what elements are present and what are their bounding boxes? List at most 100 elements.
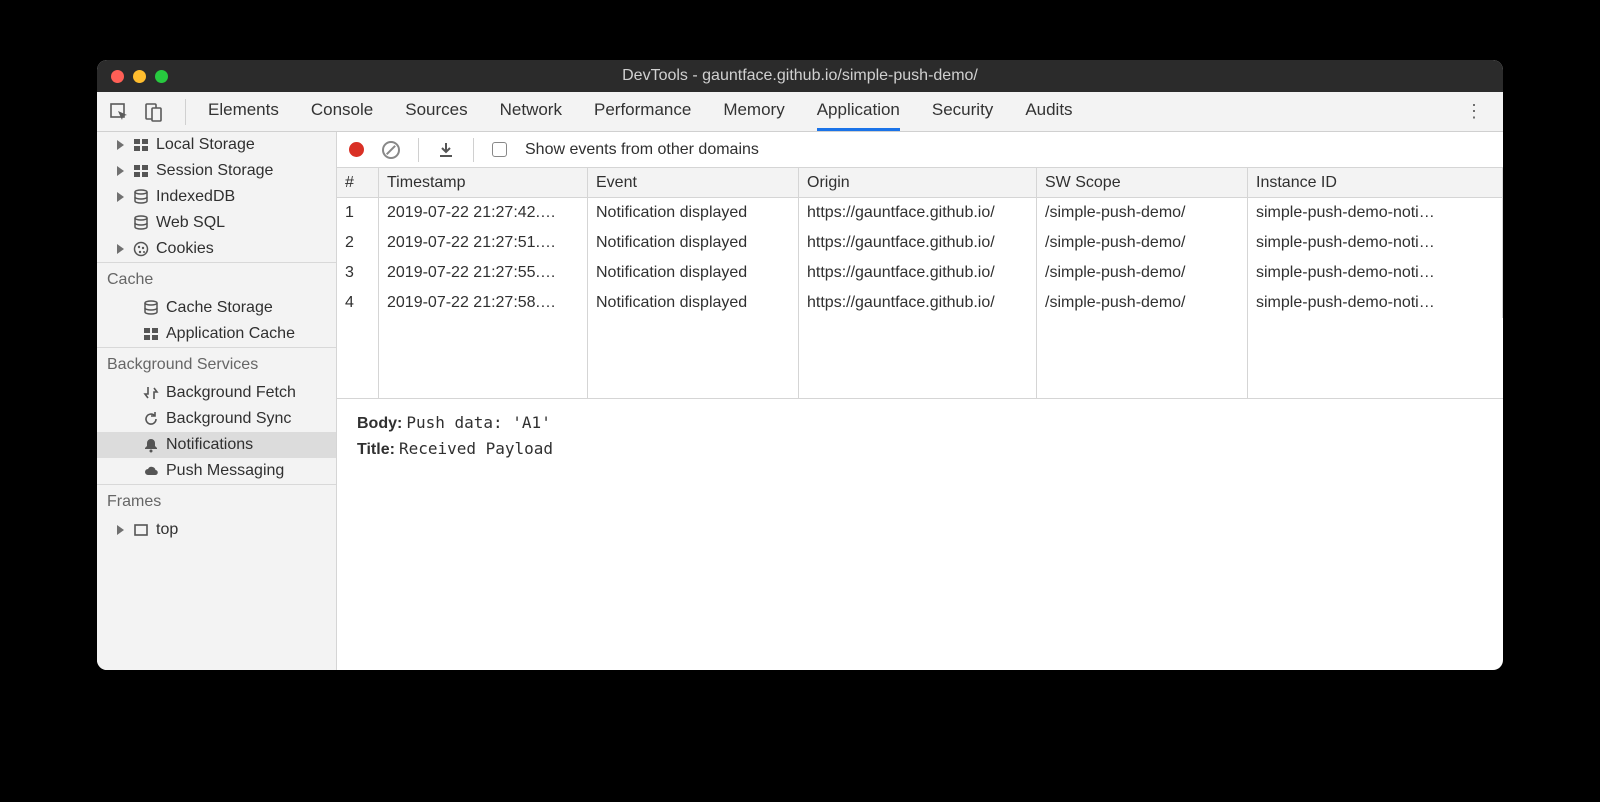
tab-memory[interactable]: Memory <box>723 92 784 131</box>
frame-icon <box>132 521 150 539</box>
col-header[interactable]: Origin <box>799 168 1037 198</box>
cloud-icon <box>142 462 160 480</box>
tab-audits[interactable]: Audits <box>1025 92 1072 131</box>
db-icon <box>132 214 150 232</box>
table-cell[interactable]: simple-push-demo-noti… <box>1248 288 1503 318</box>
sidebar-category-frames: Frames <box>97 484 336 517</box>
table-cell[interactable]: 1 <box>337 198 379 228</box>
sidebar-item-label: IndexedDB <box>156 188 235 206</box>
table-cell[interactable]: https://gauntface.github.io/ <box>799 198 1037 228</box>
sidebar-item-web-sql[interactable]: Web SQL <box>97 210 336 236</box>
table-cell[interactable]: 2019-07-22 21:27:51.… <box>379 228 588 258</box>
table-cell[interactable]: Notification displayed <box>588 228 799 258</box>
record-button-icon[interactable] <box>349 142 364 157</box>
table-empty <box>1248 318 1503 398</box>
tab-application[interactable]: Application <box>817 92 900 131</box>
sidebar-item-label: Cache Storage <box>166 299 273 317</box>
clear-icon[interactable] <box>382 141 400 159</box>
detail-title-label: Title: <box>357 441 395 458</box>
table-cell[interactable]: 2 <box>337 228 379 258</box>
sidebar-item-notifications[interactable]: Notifications <box>97 432 336 458</box>
sidebar-item-application-cache[interactable]: Application Cache <box>97 321 336 347</box>
tab-sources[interactable]: Sources <box>405 92 467 131</box>
sidebar-item-label: Application Cache <box>166 325 295 343</box>
expand-icon <box>117 525 124 535</box>
table-empty <box>379 318 588 398</box>
detail-body-label: Body: <box>357 415 402 432</box>
divider <box>473 138 474 162</box>
table-empty <box>799 318 1037 398</box>
grid-icon <box>132 136 150 154</box>
fetch-icon <box>142 384 160 402</box>
sidebar-item-label: Background Fetch <box>166 384 296 402</box>
table-empty <box>1037 318 1248 398</box>
col-header[interactable]: Instance ID <box>1248 168 1503 198</box>
device-toggle-icon[interactable] <box>141 100 165 124</box>
sidebar-item-session-storage[interactable]: Session Storage <box>97 158 336 184</box>
table-cell[interactable]: simple-push-demo-noti… <box>1248 228 1503 258</box>
sidebar-item-label: Push Messaging <box>166 462 284 480</box>
inspect-element-icon[interactable] <box>107 100 131 124</box>
table-cell[interactable]: 2019-07-22 21:27:42.… <box>379 198 588 228</box>
table-cell[interactable]: 2019-07-22 21:27:58.… <box>379 288 588 318</box>
col-header[interactable]: Event <box>588 168 799 198</box>
table-cell[interactable]: https://gauntface.github.io/ <box>799 288 1037 318</box>
expand-icon <box>117 166 124 176</box>
sidebar-item-label: Local Storage <box>156 136 255 154</box>
sidebar-item-label: top <box>156 521 178 539</box>
sidebar-item-label: Notifications <box>166 436 253 454</box>
db-icon <box>132 188 150 206</box>
col-header[interactable]: # <box>337 168 379 198</box>
sidebar-item-background-sync[interactable]: Background Sync <box>97 406 336 432</box>
close-window-icon[interactable] <box>111 70 124 83</box>
expand-icon <box>117 244 124 254</box>
table-cell[interactable]: 2019-07-22 21:27:55.… <box>379 258 588 288</box>
titlebar: DevTools - gauntface.github.io/simple-pu… <box>97 60 1503 92</box>
show-other-domains-checkbox[interactable] <box>492 142 507 157</box>
sidebar-item-push-messaging[interactable]: Push Messaging <box>97 458 336 484</box>
table-cell[interactable]: simple-push-demo-noti… <box>1248 198 1503 228</box>
table-cell[interactable]: 4 <box>337 288 379 318</box>
sidebar-item-background-fetch[interactable]: Background Fetch <box>97 380 336 406</box>
sidebar-item-indexeddb[interactable]: IndexedDB <box>97 184 336 210</box>
detail-body-value: Push data: 'A1' <box>406 413 551 432</box>
sidebar-item-cache-storage[interactable]: Cache Storage <box>97 295 336 321</box>
table-cell[interactable]: https://gauntface.github.io/ <box>799 228 1037 258</box>
zoom-window-icon[interactable] <box>155 70 168 83</box>
table-cell[interactable]: 3 <box>337 258 379 288</box>
tab-security[interactable]: Security <box>932 92 993 131</box>
table-cell[interactable]: Notification displayed <box>588 288 799 318</box>
main-panel: Show events from other domains #Timestam… <box>337 132 1503 670</box>
devtools-window: DevTools - gauntface.github.io/simple-pu… <box>97 60 1503 670</box>
col-header[interactable]: SW Scope <box>1037 168 1248 198</box>
tab-elements[interactable]: Elements <box>208 92 279 131</box>
sidebar-item-top[interactable]: top <box>97 517 336 543</box>
tab-performance[interactable]: Performance <box>594 92 691 131</box>
table-cell[interactable]: https://gauntface.github.io/ <box>799 258 1037 288</box>
table-cell[interactable]: Notification displayed <box>588 258 799 288</box>
minimize-window-icon[interactable] <box>133 70 146 83</box>
tab-console[interactable]: Console <box>311 92 373 131</box>
table-cell[interactable]: /simple-push-demo/ <box>1037 258 1248 288</box>
tab-network[interactable]: Network <box>500 92 562 131</box>
download-icon[interactable] <box>437 141 455 159</box>
more-menu-icon[interactable]: ⋮ <box>1455 101 1493 122</box>
table-cell[interactable]: Notification displayed <box>588 198 799 228</box>
detail-title-value: Received Payload <box>399 439 553 458</box>
sidebar-item-cookies[interactable]: Cookies <box>97 236 336 262</box>
table-cell[interactable]: /simple-push-demo/ <box>1037 228 1248 258</box>
table-cell[interactable]: /simple-push-demo/ <box>1037 288 1248 318</box>
sidebar-category-bg: Background Services <box>97 347 336 380</box>
window-title: DevTools - gauntface.github.io/simple-pu… <box>622 67 978 85</box>
table-cell[interactable]: simple-push-demo-noti… <box>1248 258 1503 288</box>
db-icon <box>142 299 160 317</box>
col-header[interactable]: Timestamp <box>379 168 588 198</box>
sidebar-item-label: Session Storage <box>156 162 273 180</box>
traffic-lights <box>111 70 168 83</box>
table-empty <box>337 318 379 398</box>
sidebar-item-local-storage[interactable]: Local Storage <box>97 132 336 158</box>
sidebar-category-cache: Cache <box>97 262 336 295</box>
divider <box>418 138 419 162</box>
table-cell[interactable]: /simple-push-demo/ <box>1037 198 1248 228</box>
table-empty <box>588 318 799 398</box>
